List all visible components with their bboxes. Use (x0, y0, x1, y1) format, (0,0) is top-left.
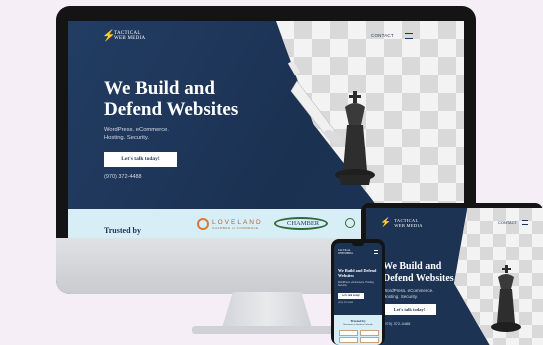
tablet-subtitle-line2: Hosting. Security. (383, 294, 418, 299)
monitor-base (192, 326, 342, 334)
tablet-chess-piece-image (491, 265, 521, 332)
monitor-stand (222, 292, 312, 328)
logo-mark-icon: ⚡ (102, 30, 116, 42)
black-king-icon (491, 265, 521, 332)
phone-partner-logo (360, 337, 379, 343)
subtitle-line1: WordPress. eCommerce. (104, 127, 169, 133)
phone-subtitle: WordPress. eCommerce. Hosting. Security. (338, 281, 375, 287)
phone-partner-logo (339, 330, 358, 336)
headline-line2: Defend Websites (104, 99, 239, 120)
tablet-screen: ⚡ TACTICAL WEB MEDIA CONTACT We Build an… (366, 208, 543, 345)
phone-notch (352, 243, 364, 246)
phone-trusted-by-section: Trusted by Businesses in Northern Colora… (334, 315, 382, 345)
tablet-nav-contact-link[interactable]: CONTACT (498, 220, 517, 225)
loveland-emblem-icon (197, 218, 209, 230)
headline-line1: We Build and (104, 78, 215, 99)
chamber-logo-text: CHAMBER (287, 220, 320, 227)
site-logo[interactable]: ⚡ TACTICAL WEB MEDIA (102, 30, 145, 42)
chess-pieces-image (287, 60, 375, 185)
subtitle-line2: Hosting. Security. (104, 135, 149, 141)
hamburger-menu-icon[interactable] (405, 33, 413, 39)
phone-number[interactable]: (970) 372-4488 (104, 174, 142, 180)
cta-button[interactable]: Let's talk today! (104, 152, 177, 167)
phone-hamburger-menu-icon[interactable] (374, 250, 378, 254)
phone-partner-logo (360, 330, 379, 336)
tablet-phone-number[interactable]: (970) 372-4488 (383, 321, 410, 326)
phone-logo[interactable]: TACTICAL WEB MEDIA (338, 249, 353, 255)
logo-text-line2: WEB MEDIA (114, 36, 146, 41)
white-king-icon (287, 60, 342, 145)
phone-trusted-sub: Businesses in Northern Colorado (343, 324, 373, 326)
phone-logo-line2: WEB MEDIA (338, 252, 353, 255)
loveland-chamber-logo: LOVELAND CHAMBER of COMMERCE (197, 218, 263, 230)
hero-subtitle: WordPress. eCommerce. Hosting. Security. (104, 126, 194, 142)
phone-cta-button[interactable]: Let's talk today! (338, 293, 364, 299)
nav-contact-link[interactable]: CONTACT (371, 33, 394, 38)
phone-screen: TACTICAL WEB MEDIA We Build and Defend W… (334, 243, 382, 345)
tablet-cta-button[interactable]: Let's talk today! (383, 304, 436, 315)
black-king-icon (335, 91, 375, 185)
phone-headline: We Build and Defend Websites (338, 268, 377, 278)
tablet-hamburger-menu-icon[interactable] (522, 220, 528, 225)
trusted-by-label: Trusted by (104, 226, 141, 235)
tablet-headline: We Build and Defend Websites (383, 261, 454, 285)
tablet-headline-line2: Defend Websites (383, 273, 454, 284)
loveland-name: LOVELAND (212, 218, 263, 226)
partner-seal-icon (345, 218, 355, 228)
tablet-logo[interactable]: ⚡ TACTICAL WEB MEDIA (380, 217, 423, 228)
phone-phone-number[interactable]: (970) 372-4488 (338, 302, 353, 304)
phone-trusted-label: Trusted by (350, 319, 366, 323)
loveland-sub: CHAMBER of COMMERCE (212, 225, 259, 230)
tablet-headline-line1: We Build and (383, 261, 442, 272)
tablet-logo-line2: WEB MEDIA (394, 222, 423, 228)
phone-partner-logo (339, 337, 358, 343)
tablet-logo-line1: TACTICAL (394, 217, 419, 223)
tablet-subtitle: WordPress. eCommerce. Hosting. Security. (383, 288, 433, 300)
logo-mark-icon: ⚡ (380, 217, 392, 227)
hero-headline: We Build and Defend Websites (104, 78, 238, 120)
